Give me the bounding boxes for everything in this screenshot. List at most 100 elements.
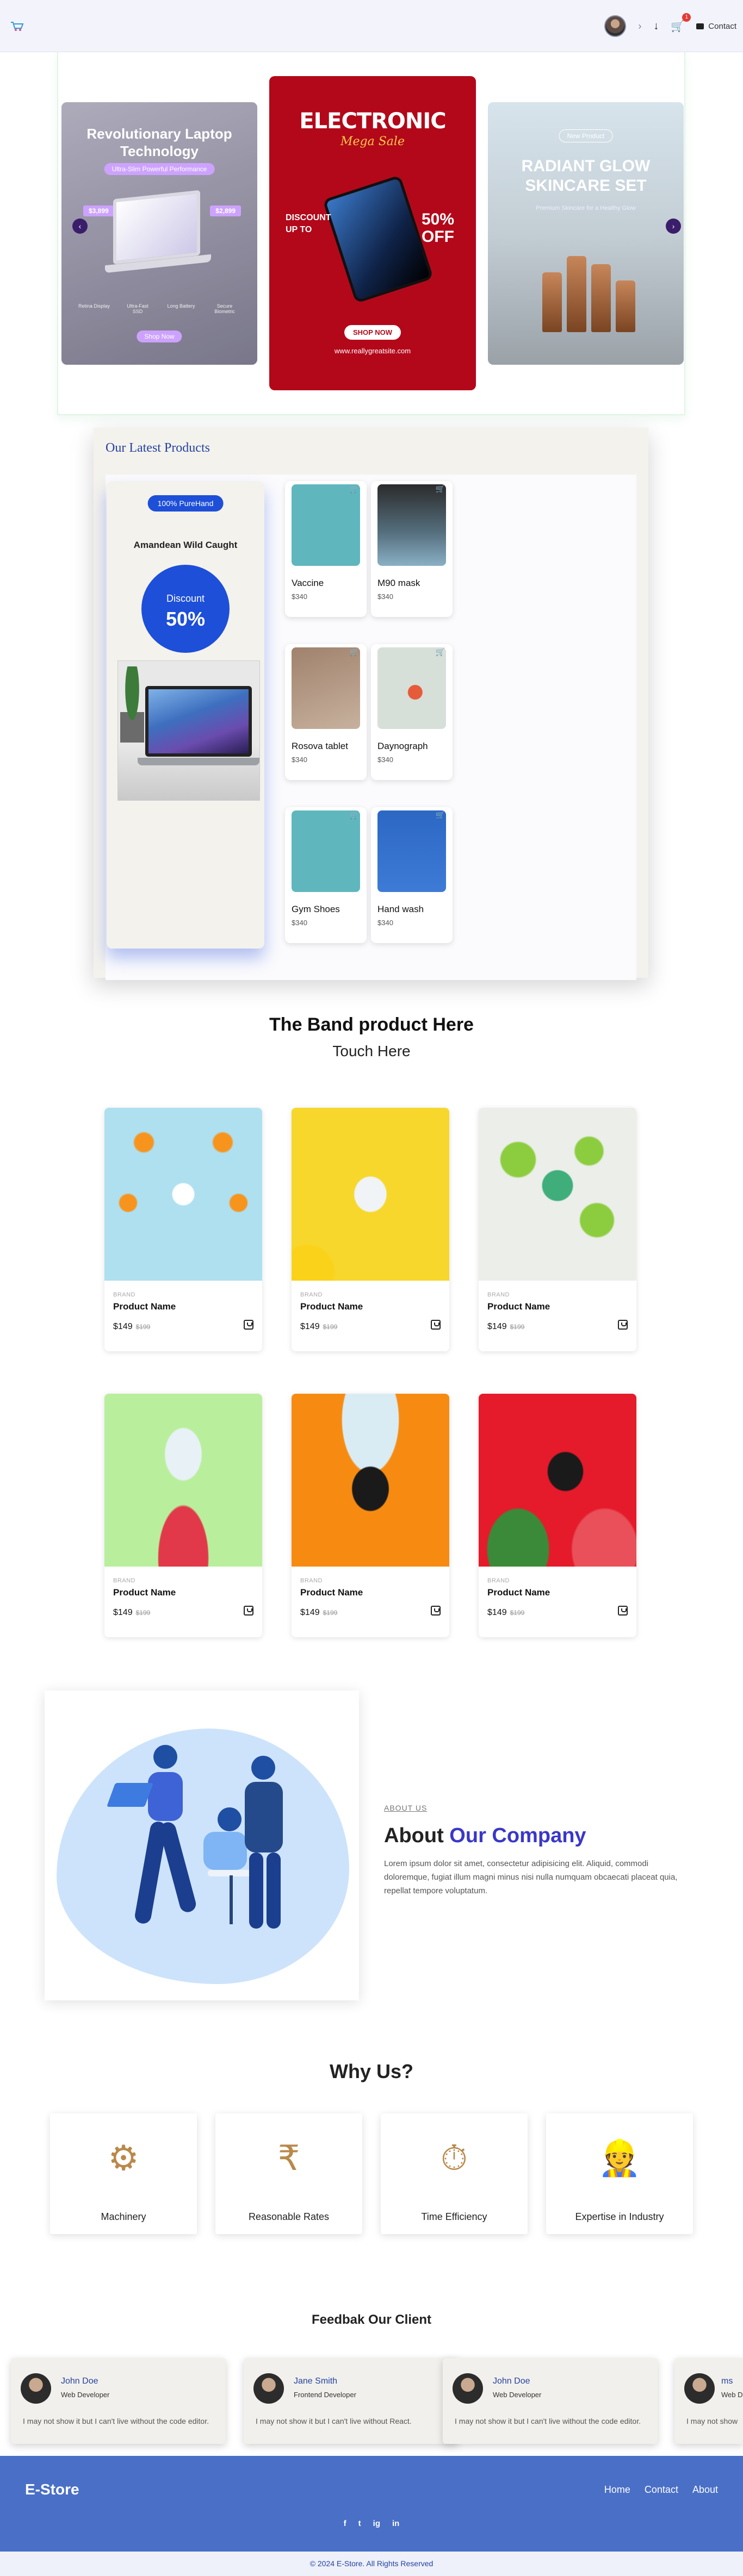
client-avatar (253, 2373, 284, 2404)
add-to-cart-icon[interactable]: 🛒 (350, 484, 359, 494)
footer-brand[interactable]: E-Store (25, 2481, 79, 2498)
band-product-card[interactable]: BRAND Product Name $149 $199 (479, 1394, 636, 1637)
bottle-image (616, 280, 635, 332)
user-avatar[interactable] (604, 15, 627, 37)
product-price: $340 (292, 919, 307, 927)
spec-item: Long Battery (167, 303, 195, 309)
product-card[interactable]: 🛒 Gym Shoes $340 (285, 807, 367, 943)
rupee-hand-icon: ₹ (277, 2138, 300, 2178)
add-to-cart-icon[interactable]: 🛒 (436, 647, 445, 657)
contact-link[interactable]: Contact (696, 22, 736, 31)
gears-icon: ⚙ (108, 2138, 139, 2178)
product-card[interactable]: 🛒 Rosova tablet $340 (285, 644, 367, 780)
product-card[interactable]: 🛒 Daynograph $340 (371, 644, 453, 780)
slide-skincare-subtitle: Premium Skincare for a Healthy Glow (536, 205, 636, 211)
slide-electronic[interactable]: ELECTRONIC Mega Sale DISCOUNT UP TO 50% … (269, 76, 476, 390)
shopping-bag-icon[interactable] (618, 1606, 628, 1616)
product-card[interactable]: 🛒 Vaccine $340 (285, 481, 367, 617)
spec-item: Ultra-Fast SSD (127, 303, 148, 314)
chevron-right-icon[interactable]: › (638, 21, 641, 32)
client-quote: I may not show (686, 2417, 738, 2425)
price-current: $149 (113, 1322, 133, 1331)
client-avatar (21, 2373, 51, 2404)
price-old: $199 (510, 1609, 525, 1617)
why-card[interactable]: ⏱ Time Efficiency (381, 2113, 528, 2234)
shopping-bag-icon[interactable] (431, 1606, 441, 1616)
band-product-name: Product Name (113, 1587, 176, 1598)
shopping-bag-icon[interactable] (244, 1606, 253, 1616)
shopping-bag-icon[interactable] (244, 1320, 253, 1330)
promo-card[interactable]: 100% PureHand Amandean Wild Caught Disco… (107, 481, 264, 949)
download-icon[interactable]: ↓ (653, 20, 659, 33)
band-product-image (292, 1108, 449, 1281)
add-to-cart-icon[interactable]: 🛒 (350, 810, 359, 820)
band-product-brand: BRAND (487, 1292, 510, 1298)
price-old: $199 (510, 1323, 525, 1331)
client-role: Web Developer (61, 2391, 110, 2399)
person-head (218, 1807, 242, 1831)
band-product-price: $149 $199 (300, 1608, 337, 1618)
stopwatch-icon: ⏱ (441, 2138, 468, 2178)
shop-now-button[interactable]: SHOP NOW (344, 325, 401, 340)
product-image (292, 810, 360, 892)
band-product-brand: BRAND (113, 1292, 136, 1298)
promo-chip: 100% PureHand (147, 495, 224, 512)
cart-icon[interactable]: 🛒 1 (671, 13, 691, 33)
add-to-cart-icon[interactable]: 🛒 (436, 484, 445, 494)
slide-electronic-title: ELECTRONIC (299, 109, 446, 134)
band-product-card[interactable]: BRAND Product Name $149 $199 (104, 1394, 262, 1637)
laptop-image (113, 190, 200, 265)
product-image (377, 810, 446, 892)
band-product-price: $149 $199 (487, 1322, 524, 1332)
client-name: Jane Smith (294, 2377, 338, 2386)
footer-link-about[interactable]: About (692, 2484, 718, 2496)
carousel-prev-button[interactable]: ‹ (72, 219, 88, 234)
facebook-icon[interactable]: f (344, 2519, 346, 2528)
footer-link-home[interactable]: Home (604, 2484, 630, 2496)
add-to-cart-icon[interactable]: 🛒 (350, 647, 359, 657)
about-heading-accent: Our Company (449, 1824, 586, 1847)
product-image (292, 647, 360, 729)
product-card[interactable]: 🛒 M90 mask $340 (371, 481, 453, 617)
client-role: Frontend Developer (294, 2391, 356, 2399)
cart-badge: 1 (682, 13, 691, 22)
product-name: Gym Shoes (292, 904, 340, 914)
slide-laptop[interactable]: Revolutionary Laptop Technology Ultra-Sl… (61, 102, 257, 365)
new-product-pill: New Product (559, 129, 613, 142)
band-product-card[interactable]: BRAND Product Name $149 $199 (104, 1108, 262, 1351)
carousel-next-button[interactable]: › (666, 219, 681, 234)
band-product-name: Product Name (113, 1301, 176, 1312)
discount-left-text: DISCOUNT UP TO (286, 213, 331, 234)
product-price: $340 (292, 756, 307, 764)
shopping-bag-icon[interactable] (618, 1320, 628, 1330)
discount-label: Discount (166, 593, 205, 604)
band-subtitle[interactable]: Touch Here (0, 1043, 743, 1060)
instagram-icon[interactable]: ig (373, 2519, 380, 2528)
twitter-icon[interactable]: t (358, 2519, 361, 2528)
product-price: $340 (292, 592, 307, 601)
shopping-bag-icon[interactable] (431, 1320, 441, 1330)
promo-title: Amandean Wild Caught (133, 540, 238, 550)
band-product-card[interactable]: BRAND Product Name $149 $199 (479, 1108, 636, 1351)
old-price-tag: $3,899 (83, 205, 114, 216)
chair-leg (230, 1875, 233, 1924)
slide-laptop-cta[interactable]: Shop Now (137, 330, 182, 342)
band-product-card[interactable]: BRAND Product Name $149 $199 (292, 1108, 449, 1351)
why-card[interactable]: ⚙ Machinery (50, 2113, 197, 2234)
add-to-cart-icon[interactable]: 🛒 (436, 810, 445, 820)
footer-link-contact[interactable]: Contact (645, 2484, 678, 2496)
band-product-card[interactable]: BRAND Product Name $149 $199 (292, 1394, 449, 1637)
product-card[interactable]: 🛒 Hand wash $340 (371, 807, 453, 943)
why-card[interactable]: 👷 Expertise in Industry (546, 2113, 693, 2234)
why-card[interactable]: ₹ Reasonable Rates (215, 2113, 362, 2234)
linkedin-icon[interactable]: in (392, 2519, 399, 2528)
hero-carousel: Revolutionary Laptop Technology Ultra-Sl… (57, 52, 685, 415)
price-old: $199 (135, 1323, 151, 1331)
person-body (203, 1832, 247, 1870)
product-name: Daynograph (377, 741, 428, 751)
about-heading: About Our Company (384, 1824, 586, 1848)
band-product-price: $149 $199 (487, 1608, 524, 1618)
cart-logo-icon[interactable] (10, 21, 24, 32)
band-product-name: Product Name (300, 1301, 363, 1312)
slide-skincare[interactable]: New Product RADIANT GLOW SKINCARE SET Pr… (488, 102, 684, 365)
